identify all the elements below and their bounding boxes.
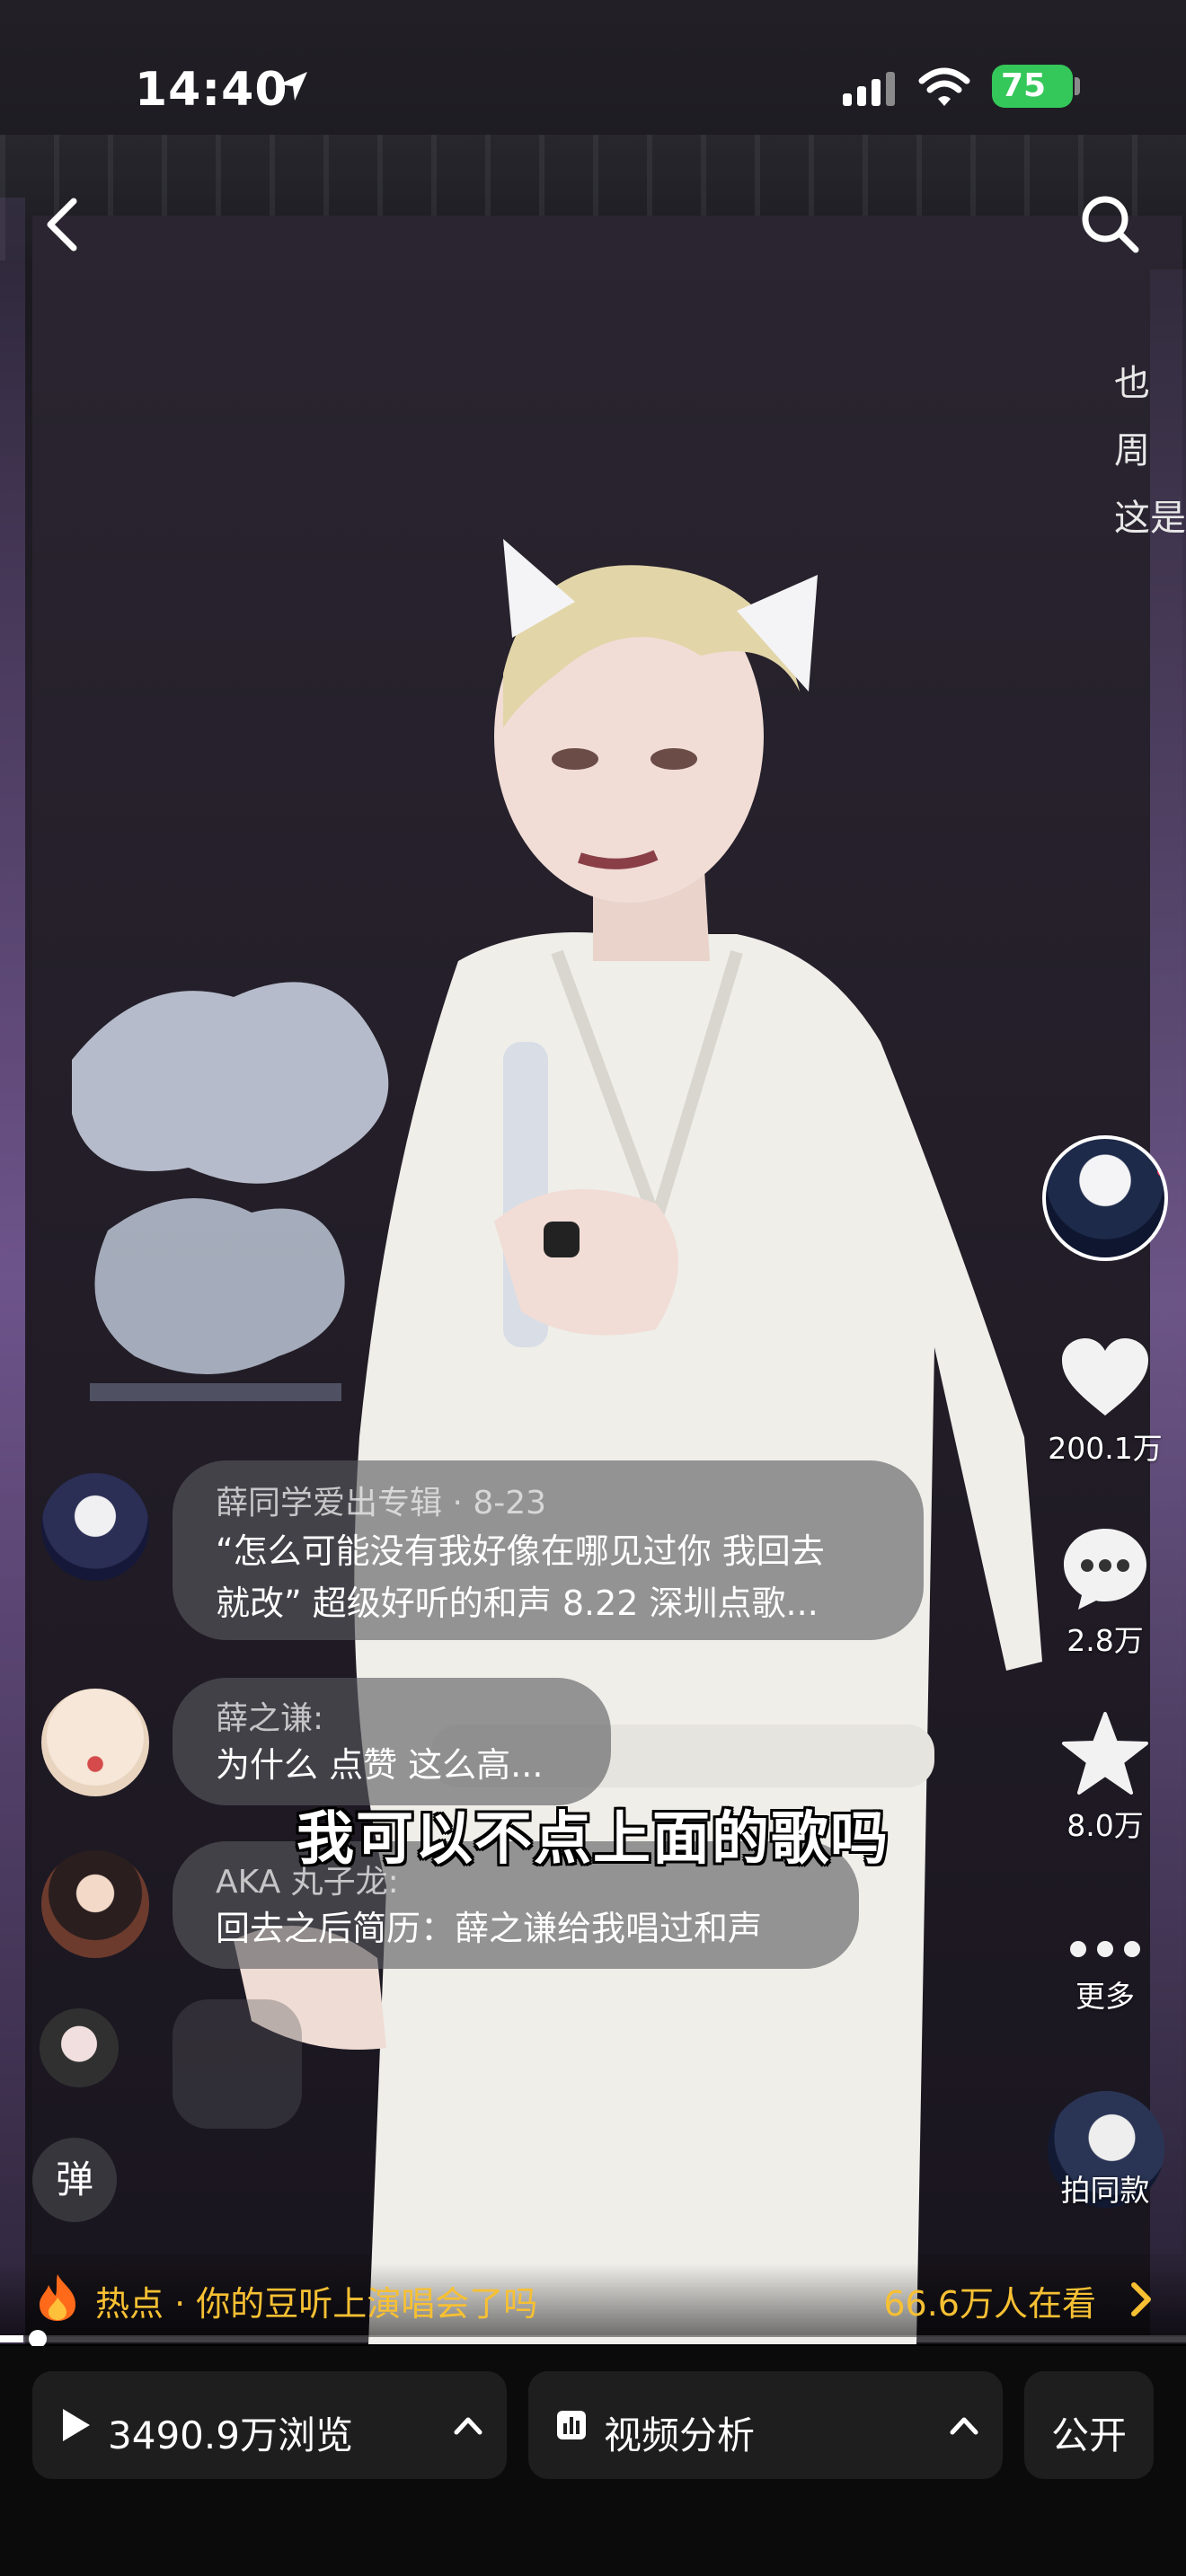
video-screen: 也 周 这是 14:40 75 200.1万 2.8万 8.0万 更多 拍同款 … [0,0,1186,2576]
analytics-icon [557,2411,586,2439]
creator-avatar[interactable] [1042,1135,1168,1261]
chevron-up-icon [950,2417,978,2435]
video-analysis-label: 视频分析 [604,2413,756,2457]
stage-glow-right [1150,269,1186,2335]
location-arrow-icon [279,72,307,101]
progress-fill [0,2335,24,2342]
hot-topic-text[interactable]: 热点 · 你的豆听上演唱会了吗 [95,2276,537,2325]
comment-text-line: 就改” 超级好听的和声 8.22 深圳点歌... [216,1584,819,1623]
comment-text-line: “怎么可能没有我好像在哪见过你 我回去 [216,1531,825,1571]
status-bar: 14:40 75 [0,0,1186,171]
commenter-avatar[interactable] [41,1689,149,1796]
back-icon[interactable] [41,196,88,253]
views-count: 3490.9万浏览 [108,2413,353,2457]
play-icon [63,2409,90,2441]
wifi-icon [918,67,970,106]
comment-count: 2.8万 [1067,1623,1144,1658]
progress-knob[interactable] [29,2330,47,2348]
battery-cap [1075,77,1080,95]
comment-author: 薛同学爱出专辑 · 8-23 [216,1485,547,1522]
more-dots-icon [1070,1941,1140,1957]
performer-figure [234,539,1042,2344]
like-button[interactable]: 200.1万 [1042,1337,1168,1468]
chevron-up-icon [454,2417,482,2435]
progress-track[interactable] [0,2335,1186,2342]
comment-text-line: 回去之后简历：薛之谦给我唱过和声 [216,1909,763,1948]
danmu-toggle-button[interactable]: 弹 [32,2138,117,2222]
status-time: 14:40 [135,63,288,117]
visibility-label: 公开 [1051,2413,1128,2457]
battery-indicator: 75 [992,65,1073,108]
star-icon [1062,1712,1148,1795]
video-player[interactable]: 也 周 这是 [0,0,1186,2344]
chevron-right-icon[interactable] [1128,2281,1154,2317]
comment-author: 薛之谦: [216,1700,324,1737]
cellular-signal-icon [843,72,895,106]
stage-glow-left [0,198,25,2344]
fire-icon [40,2274,75,2321]
comment-text-line: 为什么 点赞 这么高... [216,1745,544,1785]
commenter-avatar[interactable] [41,1473,149,1581]
more-button[interactable]: 更多 [1042,1931,1168,2016]
like-count: 200.1万 [1048,1431,1163,1466]
comment-bubble[interactable]: 薛同学爱出专辑 · 8-23 “怎么可能没有我好像在哪见过你 我回去 就改” 超… [173,1460,924,1640]
commenter-avatar[interactable] [40,2008,119,2087]
video-analysis-button[interactable] [528,2371,1003,2479]
side-caption-text: 也 周 这是 [1114,363,1186,539]
comment-icon [1064,1529,1146,1610]
search-icon[interactable] [1078,192,1141,255]
same-style-label[interactable]: 拍同款 [1033,2166,1177,2210]
more-label: 更多 [1075,1979,1135,2014]
comment-bubble-placeholder [173,1999,302,2129]
heart-icon [1062,1338,1148,1416]
comment-bubble[interactable]: 薛之谦: 为什么 点赞 这么高... [173,1678,611,1805]
video-subtitle: 我可以不点上面的歌吗 [296,1806,890,1873]
comment-button[interactable]: 2.8万 [1042,1525,1168,1660]
hot-topic-viewers[interactable]: 66.6万人在看 [883,2276,1096,2325]
